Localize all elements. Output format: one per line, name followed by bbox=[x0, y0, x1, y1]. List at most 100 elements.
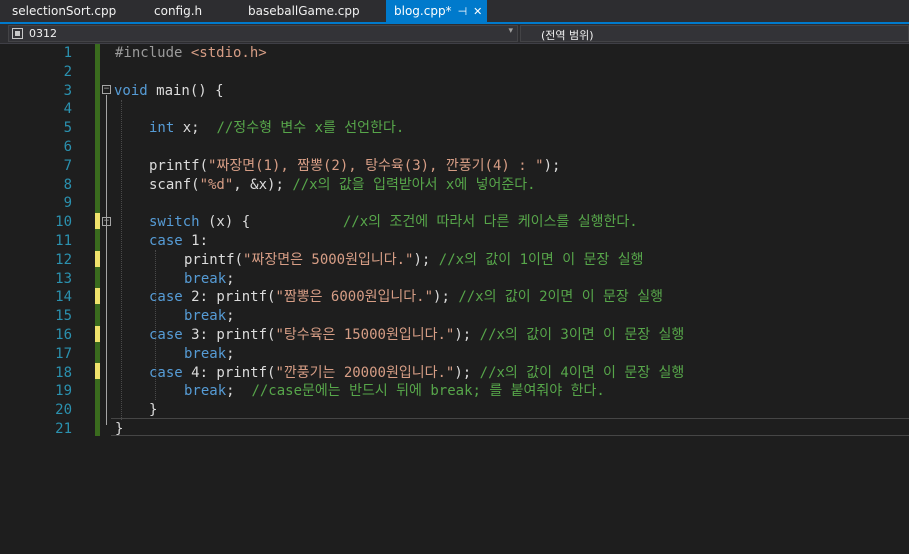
pin-icon[interactable]: ⊣ bbox=[458, 5, 468, 18]
code-line-10: switch (x) { //x의 조건에 따라서 다른 케이스를 실행한다. bbox=[149, 213, 638, 232]
collapse-switch-icon[interactable]: − bbox=[102, 217, 111, 226]
tab-label: selectionSort.cpp bbox=[12, 4, 117, 18]
code-text: ); bbox=[413, 251, 439, 268]
line-number: 3 bbox=[63, 82, 72, 99]
navigation-bar: 0312 ▾ (전역 범위) bbox=[0, 24, 909, 44]
line-number: 5 bbox=[63, 120, 72, 137]
project-name: 0312 bbox=[29, 27, 57, 40]
close-icon[interactable]: ✕ bbox=[473, 5, 482, 18]
code-text: ); bbox=[543, 157, 561, 174]
code-text: ); bbox=[433, 289, 459, 306]
line-number: 18 bbox=[55, 364, 72, 381]
unsaved-change-marker bbox=[95, 288, 100, 304]
line-number: 9 bbox=[63, 195, 72, 212]
code-text: ; bbox=[226, 308, 235, 325]
line-number: 21 bbox=[55, 421, 72, 437]
line-number: 19 bbox=[55, 383, 72, 400]
code-line-17: break; bbox=[184, 345, 235, 364]
keyword: break bbox=[184, 270, 227, 287]
string-literal: "짜장면은 5000원입니다." bbox=[243, 251, 414, 268]
line-number: 7 bbox=[63, 157, 72, 174]
unsaved-change-marker bbox=[95, 326, 100, 342]
line-number: 11 bbox=[55, 233, 72, 249]
code-line-16: case 3: printf("탕수육은 15000원입니다."); //x의 … bbox=[149, 326, 684, 345]
line-number: 14 bbox=[55, 289, 72, 306]
scope-dropdown[interactable]: (전역 범위) bbox=[520, 25, 909, 42]
comment: //x의 조건에 따라서 다른 케이스를 실행한다. bbox=[342, 214, 638, 231]
code-line-3: void main() { bbox=[114, 82, 224, 101]
tab-config[interactable]: config.h bbox=[146, 0, 210, 22]
code-line-5: int x; //정수형 변수 x를 선언한다. bbox=[149, 119, 404, 138]
line-number: 1 bbox=[63, 45, 72, 61]
keyword: case bbox=[149, 327, 183, 343]
fold-guide-line bbox=[106, 95, 107, 425]
line-number: 13 bbox=[55, 270, 72, 287]
project-icon bbox=[12, 28, 23, 39]
code-line-15: break; bbox=[184, 307, 235, 326]
keyword: case bbox=[149, 233, 183, 249]
code-line-20: } bbox=[149, 401, 157, 420]
string-literal: "짬뽕은 6000원입니다." bbox=[275, 289, 434, 306]
line-number: 2 bbox=[63, 63, 72, 80]
code-text: } bbox=[149, 402, 158, 419]
tab-label: config.h bbox=[154, 4, 203, 18]
code-line-12: printf("짜장면은 5000원입니다."); //x의 값이 1이면 이 … bbox=[184, 251, 643, 270]
line-number: 8 bbox=[63, 176, 72, 193]
line-number: 20 bbox=[55, 402, 72, 419]
code-text: ); bbox=[454, 327, 480, 343]
comment: //x의 값이 1이면 이 문장 실행 bbox=[438, 251, 644, 268]
code-line-14: case 2: printf("짬뽕은 6000원입니다."); //x의 값이… bbox=[149, 288, 663, 307]
code-line-7: printf("짜장면(1), 짬뽕(2), 탕수육(3), 깐풍기(4) : … bbox=[149, 157, 560, 176]
keyword: case bbox=[149, 289, 183, 306]
line-number: 15 bbox=[55, 308, 72, 325]
code-line-13: break; bbox=[184, 270, 235, 289]
comment: //정수형 변수 x를 선언한다. bbox=[216, 120, 405, 137]
code-text: ; bbox=[226, 383, 252, 400]
comment: //x의 값을 입력받아서 x에 넣어준다. bbox=[292, 176, 536, 193]
comment: //x의 값이 3이면 이 문장 실행 bbox=[479, 327, 685, 343]
line-number: 16 bbox=[55, 327, 72, 343]
tab-label: blog.cpp* bbox=[394, 4, 452, 18]
project-dropdown[interactable]: 0312 ▾ bbox=[8, 25, 518, 42]
line-number: 10 bbox=[55, 214, 72, 231]
code-text: main() { bbox=[147, 82, 224, 99]
keyword: break bbox=[184, 383, 227, 400]
code-text: , &x); bbox=[233, 176, 293, 193]
code-line-18: case 4: printf("깐풍기는 20000원입니다."); //x의 … bbox=[149, 364, 684, 383]
code-line-1: #include <stdio.h> bbox=[115, 44, 267, 63]
comment: //case문에는 반드시 뒤에 break; 를 붙여줘야 한다. bbox=[251, 383, 605, 400]
code-text: 2: printf( bbox=[182, 289, 276, 306]
code-line-11: case 1: bbox=[149, 232, 208, 251]
unsaved-change-marker bbox=[95, 363, 100, 379]
collapse-main-icon[interactable]: − bbox=[102, 85, 111, 94]
code-line-21: } bbox=[115, 420, 123, 439]
code-editor[interactable]: #include <stdio.h> void main() { int x; … bbox=[114, 44, 909, 554]
code-text: 4: printf( bbox=[182, 364, 276, 381]
code-text: printf( bbox=[149, 157, 209, 174]
code-text: ); bbox=[454, 364, 480, 381]
code-text: ; bbox=[226, 345, 235, 362]
line-number: 6 bbox=[63, 139, 72, 155]
code-text: scanf( bbox=[149, 176, 200, 193]
tab-label: baseballGame.cpp bbox=[248, 4, 360, 18]
tab-selectionsort[interactable]: selectionSort.cpp bbox=[4, 0, 124, 22]
string-literal: "짜장면(1), 짬뽕(2), 탕수육(3), 깐풍기(4) : " bbox=[208, 157, 544, 174]
line-number: 17 bbox=[55, 345, 72, 362]
chevron-down-icon: ▾ bbox=[508, 26, 513, 36]
keyword: switch bbox=[149, 214, 200, 231]
unsaved-change-marker bbox=[95, 251, 100, 267]
line-number: 4 bbox=[63, 101, 72, 118]
keyword: break bbox=[184, 345, 227, 362]
string-literal: "%d" bbox=[199, 176, 234, 193]
code-text: x; bbox=[174, 120, 217, 137]
document-tab-bar: selectionSort.cpp config.h baseballGame.… bbox=[0, 0, 909, 24]
tab-blog[interactable]: blog.cpp* ⊣ ✕ bbox=[386, 0, 487, 22]
code-text: 1: bbox=[182, 233, 209, 249]
comment: //x의 값이 2이면 이 문장 실행 bbox=[458, 289, 663, 306]
keyword: case bbox=[149, 364, 183, 381]
code-line-8: scanf("%d", &x); //x의 값을 입력받아서 x에 넣어준다. bbox=[149, 176, 536, 195]
tab-baseballgame[interactable]: baseballGame.cpp bbox=[240, 0, 368, 22]
preprocessor-directive: #include bbox=[115, 45, 191, 61]
line-number: 12 bbox=[55, 251, 72, 268]
code-text: (x) { bbox=[199, 214, 343, 231]
